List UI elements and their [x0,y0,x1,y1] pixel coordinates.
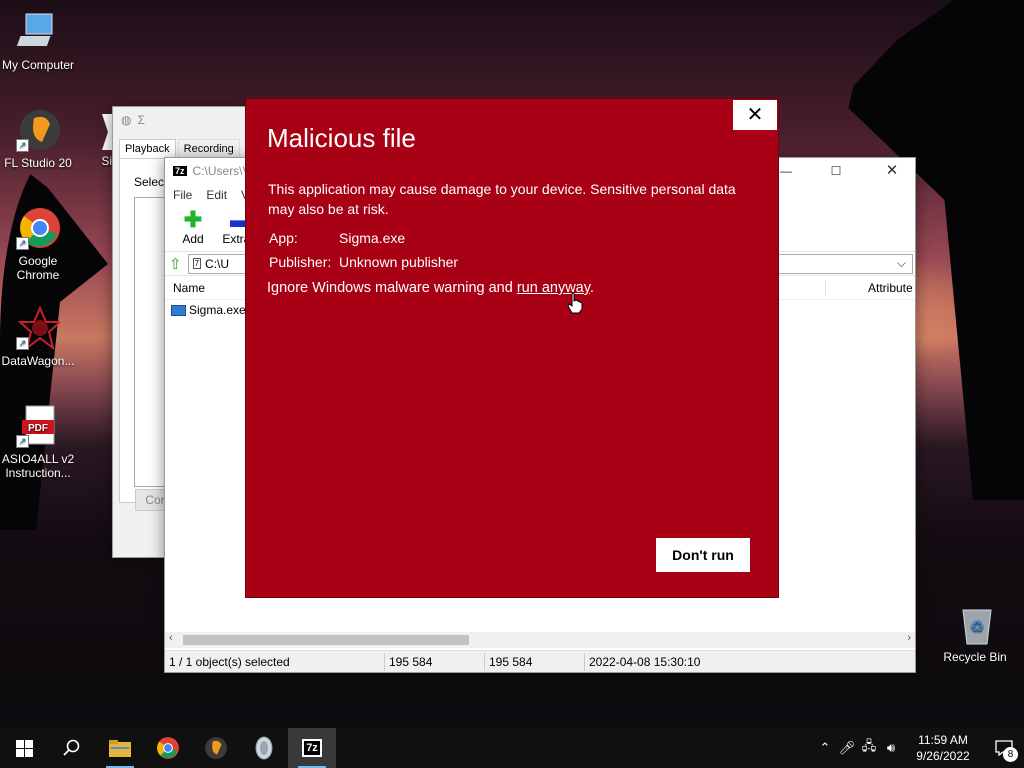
menu-file[interactable]: File [173,188,192,202]
chevron-up-icon[interactable]: ⌃ [814,740,836,756]
desktop-icon-label: DataWagon... [1,354,75,368]
svg-text:PDF: PDF [28,423,48,434]
taskbar-file-explorer[interactable] [96,728,144,768]
publisher-value: Unknown publisher [339,254,459,270]
status-size: 195 584 [385,652,485,671]
notification-badge: 8 [1003,747,1018,762]
window-title: Σ [137,113,145,127]
shortcut-arrow-icon: ↗ [16,139,29,152]
dont-run-button[interactable]: Don't run [656,538,750,572]
microphone-icon[interactable]: 🎤︎ [836,740,858,756]
close-icon: ✕ [746,104,764,126]
exe-file-icon [171,304,186,316]
desktop-icon-asio4all-pdf[interactable]: PDF ↗ ASIO4ALL v2 Instruction... [0,404,76,480]
datawagon-icon: ↗ [16,305,63,351]
select-label: Select [134,175,168,189]
app-value: Sigma.exe [339,230,406,246]
horizontal-scrollbar[interactable]: ‹ › [165,632,915,648]
address-text: C:\U [205,256,230,271]
dialog-close-button[interactable]: ✕ [732,99,778,131]
sigma-app-icon [255,736,273,760]
chrome-icon: ↗ [16,206,60,250]
network-icon[interactable]: 🖧︎ [858,737,880,759]
scroll-right-icon[interactable]: › [907,632,911,644]
fl-studio-icon [205,737,227,759]
desktop-icon-label: ASIO4ALL v2 Instruction... [1,452,75,480]
search-icon [63,739,80,756]
maximize-button[interactable]: ☐ [813,158,859,184]
app-label: App: [269,230,298,246]
taskbar-chrome[interactable] [144,728,192,768]
clock[interactable]: 11:59 AM 9/26/2022 [902,732,984,764]
chrome-icon [157,737,179,759]
archive-small-icon: 7 [192,258,202,269]
shortcut-arrow-icon: ↗ [16,337,29,350]
status-packed: 195 584 [485,652,585,671]
tab-recording[interactable]: Recording [177,139,240,158]
taskbar-sigma-app[interactable] [240,728,288,768]
computer-icon [16,10,60,54]
desktop-icon-datawagon[interactable]: ↗ DataWagon... [0,305,76,368]
up-folder-icon[interactable]: ⇧ [169,255,182,273]
add-button[interactable]: ✚ Add [173,208,213,249]
window-title: C:\Users\V [192,164,251,178]
shortcut-arrow-icon: ↗ [16,237,29,250]
desktop-icon-label: My Computer [1,58,75,72]
pdf-icon: PDF ↗ [16,404,60,448]
plus-icon: ✚ [183,207,203,232]
tab-bar: Playback Recording S [113,133,252,158]
close-button[interactable]: ✕ [869,158,915,184]
desktop-icon-recycle-bin[interactable]: ♻ Recycle Bin [937,602,1013,664]
malicious-file-dialog: ✕ Malicious file This application may ca… [245,98,779,598]
status-modified: 2022-04-08 15:30:10 [589,654,701,669]
menu-edit[interactable]: Edit [206,188,227,202]
windows-logo-icon [15,739,33,757]
desktop-icon-label: FL Studio 20 [4,156,72,170]
taskbar: 7z ⌃ 🎤︎ 🖧︎ 🔊︎ 11:59 AM 9/26/2022 8 [0,728,1024,768]
hand-cursor-icon [567,292,583,317]
status-selected: 1 / 1 object(s) selected [165,652,385,671]
add-label: Add [182,232,204,246]
taskbar-fl-studio[interactable] [192,728,240,768]
desktop-icon-my-computer[interactable]: My Computer [0,10,76,72]
volume-icon[interactable]: 🔊︎ [880,740,902,756]
scroll-thumb[interactable] [183,635,469,645]
shortcut-arrow-icon: ↗ [16,435,29,448]
publisher-row: Publisher: Unknown publisher [269,254,458,270]
dialog-title: Malicious file [267,123,416,153]
desktop-icon-chrome[interactable]: ↗ Google Chrome [0,206,76,282]
archive-app-icon: 7z [173,166,187,176]
folder-icon [109,740,131,757]
sigma-icon: ◍ [121,113,132,127]
file-name: Sigma.exe [189,303,246,317]
search-button[interactable] [48,728,96,768]
recycle-bin-icon: ♻ [953,602,997,646]
7zip-icon: 7z [302,739,322,757]
action-center-button[interactable]: 8 [984,728,1024,768]
ignore-warning-suffix: . [589,280,594,296]
ignore-warning-prefix: Ignore Windows malware warning and [267,280,517,296]
window-titlebar: ◍ Σ [113,107,251,133]
clock-date: 9/26/2022 [916,749,970,763]
dialog-message: This application may cause damage to you… [268,181,736,217]
system-tray: ⌃ 🎤︎ 🖧︎ 🔊︎ 11:59 AM 9/26/2022 8 [814,728,1024,768]
start-button[interactable] [0,728,48,768]
desktop-icon-label: Recycle Bin [943,650,1007,664]
desktop-icon-fl-studio[interactable]: ↗ FL Studio 20 [0,108,76,170]
desktop-icon-label: Google Chrome [16,254,60,282]
tab-playback[interactable]: Playback [119,139,176,158]
column-attributes[interactable]: Attribute [825,280,915,295]
status-bar: 1 / 1 object(s) selected 195 584 195 584… [165,650,915,672]
svg-text:♻: ♻ [970,617,984,636]
sigma-icon [88,110,112,154]
fl-studio-icon: ↗ [16,108,60,152]
clock-time: 11:59 AM [918,733,968,747]
taskbar-7zip[interactable]: 7z [288,728,336,768]
publisher-label: Publisher: [269,254,332,270]
scroll-left-icon[interactable]: ‹ [169,632,173,644]
app-row: App: Sigma.exe [269,230,405,246]
ignore-warning-text: Ignore Windows malware warning and run a… [267,280,594,296]
chevron-down-icon[interactable]: ⌵ [897,256,906,271]
